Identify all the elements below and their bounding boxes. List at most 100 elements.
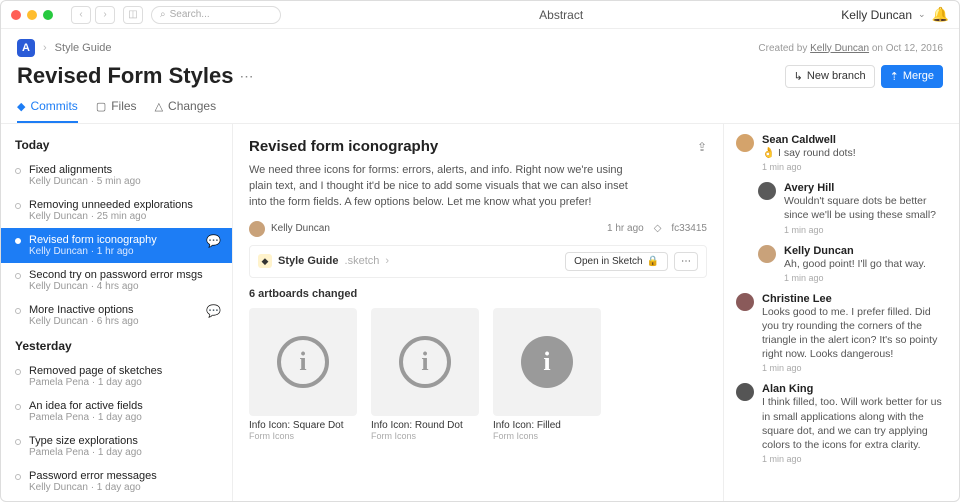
commit-row[interactable]: Password error messages Kelly Duncan · 1… <box>1 464 232 499</box>
commit-meta: Kelly Duncan · 25 min ago <box>29 211 222 222</box>
artboard-item[interactable]: i Info Icon: Square Dot Form Icons <box>249 308 357 441</box>
info-icon: i <box>521 336 573 388</box>
commit-row[interactable]: Type size explorations Pamela Pena · 1 d… <box>1 429 232 464</box>
commit-row[interactable]: Fixed alignments Kelly Duncan · 5 min ag… <box>1 158 232 193</box>
commit-row-selected[interactable]: Revised form iconography Kelly Duncan · … <box>1 228 232 263</box>
chevron-right-icon: › <box>385 255 389 267</box>
titlebar: ‹ › ◫ ⌕ Search... Abstract Kelly Duncan … <box>1 1 959 29</box>
chevron-right-icon: › <box>43 42 47 54</box>
file-row[interactable]: ◆ Style Guide.sketch › Open in Sketch 🔒 … <box>249 245 707 278</box>
comment-author: Sean Caldwell <box>762 134 947 146</box>
commit-detail: Revised form iconography ⇪ We need three… <box>233 124 723 501</box>
commit-title: An idea for active fields <box>29 400 222 412</box>
file-name: Style Guide <box>278 255 339 267</box>
commit-meta: Kelly Duncan · 6 hrs ago <box>29 316 198 327</box>
open-in-sketch-button[interactable]: Open in Sketch 🔒 <box>565 252 668 271</box>
more-icon[interactable]: ⋯ <box>239 68 253 85</box>
artboard-item[interactable]: i Info Icon: Round Dot Form Icons <box>371 308 479 441</box>
lock-icon: 🔒 <box>647 256 659 267</box>
search-placeholder: Search... <box>170 9 210 20</box>
commit-title: More Inactive options <box>29 304 198 316</box>
info-icon: i <box>399 336 451 388</box>
artboard-title: Info Icon: Filled <box>493 420 601 431</box>
commit-meta: Kelly Duncan · 5 min ago <box>29 176 222 187</box>
avatar <box>736 134 754 152</box>
page-title: Revised Form Styles <box>17 63 233 89</box>
maximize-window[interactable] <box>43 10 53 20</box>
comment-time: 1 min ago <box>762 454 947 464</box>
changes-icon: △ <box>155 100 163 113</box>
commit-meta: Kelly Duncan · 1 day ago <box>29 482 222 493</box>
tab-files[interactable]: ▢ Files <box>96 99 137 123</box>
commit-title: Removed page of sketches <box>29 365 222 377</box>
author-avatar <box>249 221 265 237</box>
commit-meta: Kelly Duncan · 1 hr ago <box>29 246 198 257</box>
created-by: Created by Kelly Duncan on Oct 12, 2016 <box>758 43 943 54</box>
new-branch-button[interactable]: ↳ New branch <box>785 65 875 88</box>
page-header: A › Style Guide Created by Kelly Duncan … <box>1 29 959 124</box>
comments-panel: Sean Caldwell 👌 I say round dots! 1 min … <box>723 124 959 501</box>
tab-changes[interactable]: △ Changes <box>155 99 217 123</box>
comment-author: Kelly Duncan <box>784 245 947 257</box>
artboard-item[interactable]: i Info Icon: Filled Form Icons <box>493 308 601 441</box>
commit-row[interactable]: Removed page of sketches Pamela Pena · 1… <box>1 359 232 394</box>
search-icon: ⌕ <box>160 9 166 20</box>
forward-button[interactable]: › <box>95 6 115 24</box>
tab-commits[interactable]: ◆ Commits <box>17 99 78 123</box>
avatar <box>736 383 754 401</box>
created-user-link[interactable]: Kelly Duncan <box>810 43 869 54</box>
commit-detail-title: Revised form iconography <box>249 138 438 155</box>
comment-author: Christine Lee <box>762 293 947 305</box>
branch-icon: ↳ <box>794 70 803 83</box>
sidebar-toggle[interactable]: ◫ <box>123 6 143 24</box>
back-button[interactable]: ‹ <box>71 6 91 24</box>
breadcrumb: A › Style Guide Created by Kelly Duncan … <box>17 39 943 57</box>
close-window[interactable] <box>11 10 21 20</box>
commit-time: 1 hr ago <box>607 223 644 234</box>
sketch-file-icon: ◆ <box>258 254 272 268</box>
comment-reply: Avery Hill Wouldn't square dots be bette… <box>758 182 947 234</box>
timeline-dot <box>15 439 21 445</box>
comment-time: 1 min ago <box>784 273 947 283</box>
comment: Christine Lee Looks good to me. I prefer… <box>736 293 947 374</box>
comment-reply: Kelly Duncan Ah, good point! I'll go tha… <box>758 245 947 283</box>
commit-row[interactable]: Second try on password error msgs Kelly … <box>1 263 232 298</box>
comment-text: 👌 I say round dots! <box>762 146 947 160</box>
timeline-dot <box>15 168 21 174</box>
group-yesterday: Yesterday <box>1 333 232 359</box>
commit-title: Revised form iconography <box>29 234 198 246</box>
comment-icon: 💬 <box>206 234 222 248</box>
merge-button[interactable]: ⇡ Merge <box>881 65 943 88</box>
user-menu[interactable]: Kelly Duncan <box>841 8 912 22</box>
minimize-window[interactable] <box>27 10 37 20</box>
avatar <box>736 293 754 311</box>
group-today: Today <box>1 132 232 158</box>
files-icon: ▢ <box>96 100 106 113</box>
notifications-icon[interactable]: 🔔 <box>932 6 949 23</box>
share-icon[interactable]: ⇪ <box>697 140 707 154</box>
commit-title: Fixed alignments <box>29 164 222 176</box>
commit-description: We need three icons for forms: errors, a… <box>249 163 629 211</box>
window-controls <box>11 10 53 20</box>
timeline-dot <box>15 474 21 480</box>
commit-meta: Kelly Duncan · 4 hrs ago <box>29 281 222 292</box>
avatar <box>758 182 776 200</box>
more-button[interactable]: ⋯ <box>674 252 698 271</box>
commit-meta: Pamela Pena · 1 day ago <box>29 377 222 388</box>
comment: Sean Caldwell 👌 I say round dots! 1 min … <box>736 134 947 172</box>
author-name: Kelly Duncan <box>271 223 330 234</box>
timeline-dot <box>15 308 21 314</box>
commit-row[interactable]: Removing unneeded explorations Kelly Dun… <box>1 193 232 228</box>
comment-icon: 💬 <box>206 304 222 318</box>
app-logo[interactable]: A <box>17 39 35 57</box>
commit-title: Password error messages <box>29 470 222 482</box>
commit-row[interactable]: An idea for active fields Pamela Pena · … <box>1 394 232 429</box>
commit-row[interactable]: More Inactive options Kelly Duncan · 6 h… <box>1 298 232 333</box>
search-input[interactable]: ⌕ Search... <box>151 6 281 24</box>
timeline-dot <box>15 273 21 279</box>
info-icon: i <box>277 336 329 388</box>
merge-icon: ⇡ <box>890 70 899 83</box>
chevron-down-icon: ⌄ <box>918 9 926 20</box>
breadcrumb-project[interactable]: Style Guide <box>55 42 112 54</box>
changed-label: 6 artboards changed <box>249 288 707 300</box>
